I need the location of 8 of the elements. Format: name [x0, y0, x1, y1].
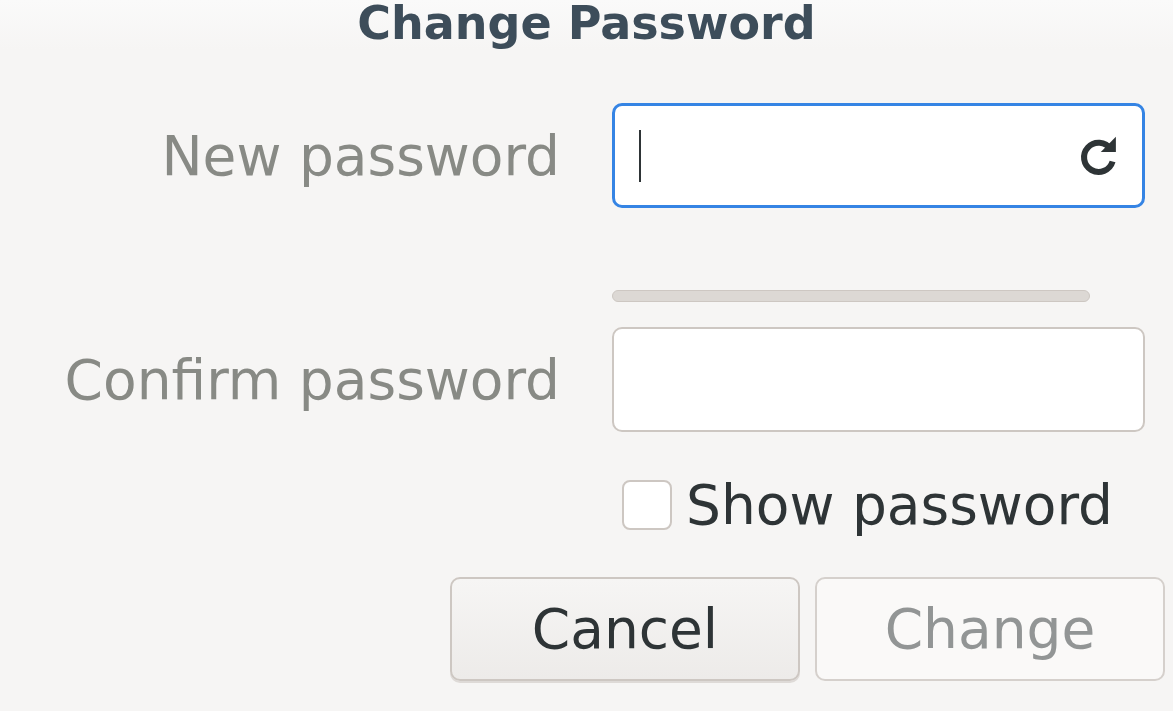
field-label: New password — [160, 123, 560, 188]
password-field[interactable] — [612, 103, 1145, 208]
password-field[interactable] — [612, 327, 1145, 432]
checkbox[interactable] — [622, 480, 672, 530]
field-label: Confirm password — [63, 347, 560, 412]
checkbox-label[interactable]: Show password — [686, 473, 1113, 537]
text-cursor — [639, 129, 641, 182]
cancel-button[interactable]: Cancel — [450, 577, 800, 681]
